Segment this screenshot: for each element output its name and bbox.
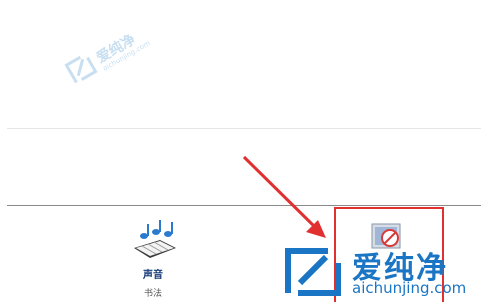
- watermark-large: 爱纯净 aichunjing.com: [280, 243, 480, 301]
- brand-logo-icon: [285, 248, 341, 296]
- control-panel-item-sound-label[interactable]: 声音: [143, 266, 163, 281]
- watermark-small: 爱纯净 aichunjing.com: [60, 12, 177, 114]
- watermark-large-url: aichunjing.com: [352, 279, 467, 297]
- section-divider-bottom: [7, 205, 481, 206]
- sound-icon: [134, 220, 176, 258]
- control-panel-item-sound-sublabel: 书法: [144, 289, 163, 299]
- section-divider-top: [7, 128, 481, 129]
- control-panel-item-sound[interactable]: [130, 218, 180, 266]
